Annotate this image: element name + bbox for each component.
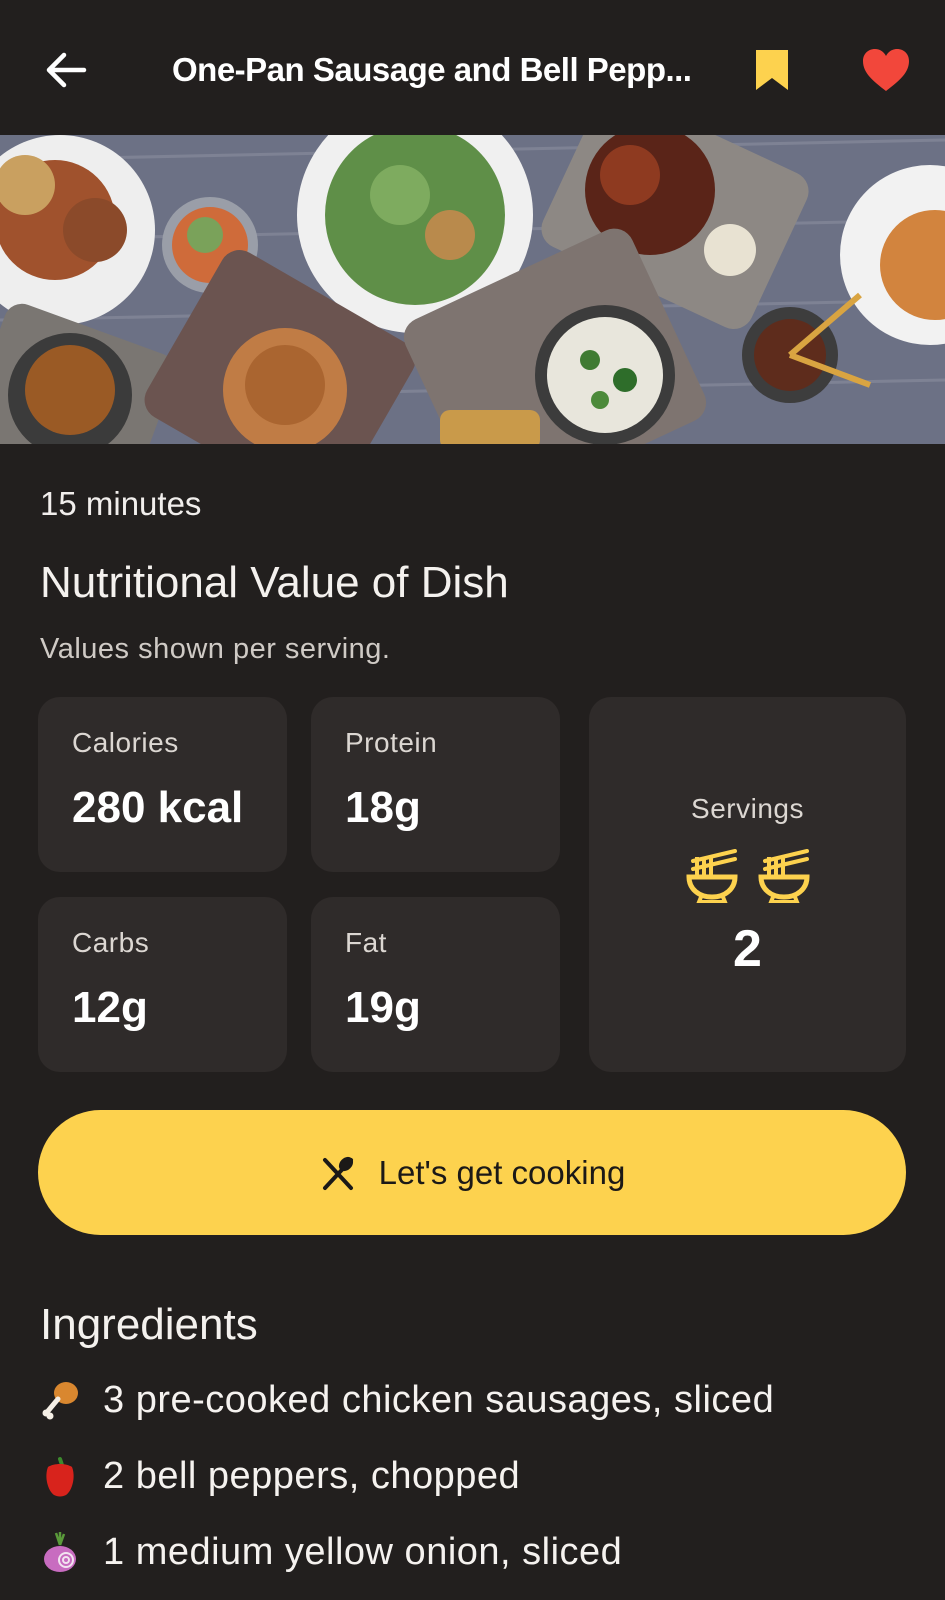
ingredients-title: Ingredients <box>40 1300 258 1349</box>
bookmark-button[interactable] <box>748 44 796 96</box>
servings-value: 2 <box>733 920 762 978</box>
fat-card: Fat 19g <box>311 897 560 1072</box>
calories-card: Calories 280 kcal <box>38 697 287 872</box>
bookmark-icon <box>756 50 788 90</box>
ingredient-text: 2 bell peppers, chopped <box>103 1454 521 1497</box>
ingredient-item: 3 pre-cooked chicken sausages, sliced <box>40 1372 774 1428</box>
page-title: One-Pan Sausage and Bell Pepp... <box>172 51 692 88</box>
fat-value: 19g <box>345 983 421 1032</box>
onion-icon <box>40 1530 80 1574</box>
cook-time: 15 minutes <box>40 485 202 522</box>
favorite-button[interactable] <box>858 44 914 96</box>
food-photo-illustration <box>0 135 945 444</box>
fat-label: Fat <box>345 927 387 958</box>
noodle-bowl-icon <box>757 849 810 903</box>
carbs-label: Carbs <box>72 927 150 958</box>
back-button[interactable] <box>40 44 92 96</box>
servings-card[interactable]: Servings 2 <box>589 697 906 1072</box>
bell-pepper-icon <box>40 1454 80 1498</box>
ingredient-text: 1 medium yellow onion, sliced <box>103 1530 623 1573</box>
ingredient-item: 2 bell peppers, chopped <box>40 1448 520 1504</box>
carbs-value: 12g <box>72 983 148 1032</box>
calories-label: Calories <box>72 727 179 758</box>
app-bar: One-Pan Sausage and Bell Pepp... <box>0 0 945 135</box>
calories-value: 280 kcal <box>72 783 244 832</box>
arrow-left-icon <box>46 52 87 88</box>
servings-icons <box>589 847 906 903</box>
nutrition-note: Values shown per serving. <box>40 633 391 665</box>
servings-label: Servings <box>691 793 804 824</box>
carbs-card: Carbs 12g <box>38 897 287 1072</box>
nutrition-title: Nutritional Value of Dish <box>40 558 509 607</box>
start-cooking-label: Let's get cooking <box>378 1153 626 1191</box>
chicken-leg-icon <box>40 1378 80 1422</box>
ingredient-item: 1 medium yellow onion, sliced <box>40 1524 622 1580</box>
recipe-hero-image <box>0 135 945 444</box>
noodle-bowl-icon <box>685 849 738 903</box>
protein-value: 18g <box>345 783 421 832</box>
protein-card: Protein 18g <box>311 697 560 872</box>
ingredient-text: 3 pre-cooked chicken sausages, sliced <box>103 1378 775 1421</box>
start-cooking-button[interactable]: Let's get cooking <box>38 1110 906 1235</box>
heart-icon <box>863 49 909 91</box>
protein-label: Protein <box>345 727 438 758</box>
utensils-crossed-icon <box>322 1156 353 1190</box>
